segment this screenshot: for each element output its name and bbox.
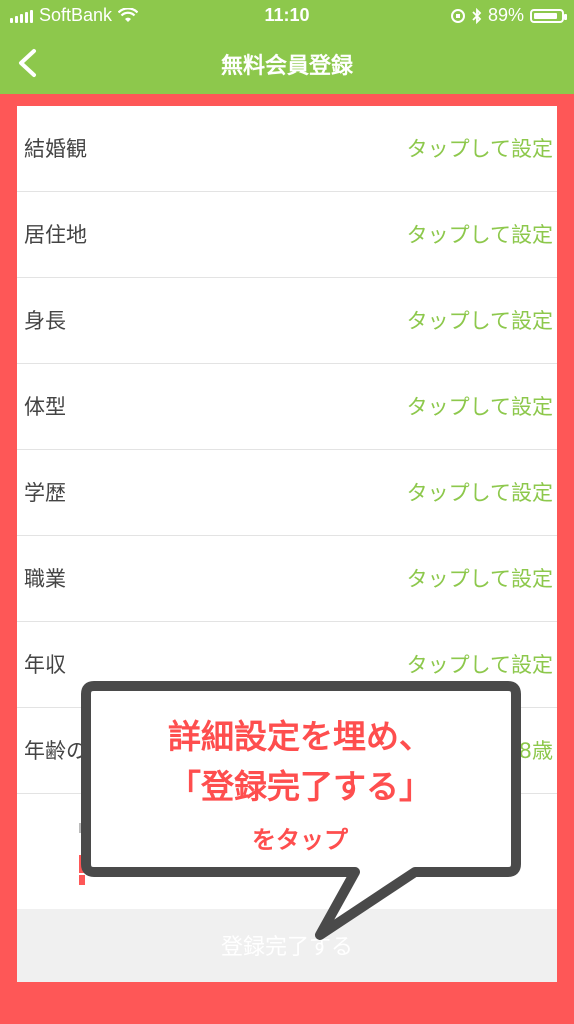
bluetooth-icon (472, 7, 482, 24)
row-label: 結婚観 (24, 137, 87, 161)
battery-percent: 89% (487, 5, 524, 25)
setting-row-education[interactable]: 学歴 タップして設定 (17, 450, 557, 536)
setting-row-marriage-view[interactable]: 結婚観 タップして設定 (17, 106, 557, 192)
setting-row-height[interactable]: 身長 タップして設定 (17, 278, 557, 364)
row-label: 体型 (24, 395, 66, 419)
register-complete-label: 登録完了する (220, 935, 353, 960)
setting-row-occupation[interactable]: 職業 タップして設定 (17, 536, 557, 622)
callout-line-3: をタップ (252, 826, 348, 854)
orientation-lock-icon (450, 8, 465, 23)
row-value: タップして設定 (406, 567, 553, 591)
row-value: タップして設定 (406, 137, 553, 161)
row-value: タップして設定 (406, 481, 553, 505)
callout-line-2: 「登録完了する」 (168, 767, 432, 806)
callout-line-1: 詳細設定を埋め、 (168, 717, 432, 756)
row-label: 居住地 (24, 223, 87, 247)
row-value: タップして設定 (406, 653, 553, 677)
row-value: タップして設定 (406, 395, 553, 419)
setting-row-body-type[interactable]: 体型 タップして設定 (17, 364, 557, 450)
row-label: 職業 (24, 567, 66, 591)
register-complete-button[interactable]: 登録完了する (17, 909, 557, 982)
row-label: 学歴 (24, 481, 66, 505)
row-value: 8歳 (518, 739, 553, 763)
setting-row-residence[interactable]: 居住地 タップして設定 (17, 192, 557, 278)
row-value: タップして設定 (406, 309, 553, 333)
status-bar: SoftBank 11:10 89% (0, 0, 574, 32)
row-value: タップして設定 (406, 223, 553, 247)
row-label: 身長 (24, 309, 66, 333)
row-label: 年齢の (24, 739, 87, 763)
setting-row-income[interactable]: 年収 タップして設定 (17, 622, 557, 708)
page-title: 無料会員登録 (220, 54, 353, 79)
nav-bar: 無料会員登録 (0, 32, 574, 94)
row-label: 年収 (24, 653, 66, 677)
battery-icon (530, 8, 567, 23)
